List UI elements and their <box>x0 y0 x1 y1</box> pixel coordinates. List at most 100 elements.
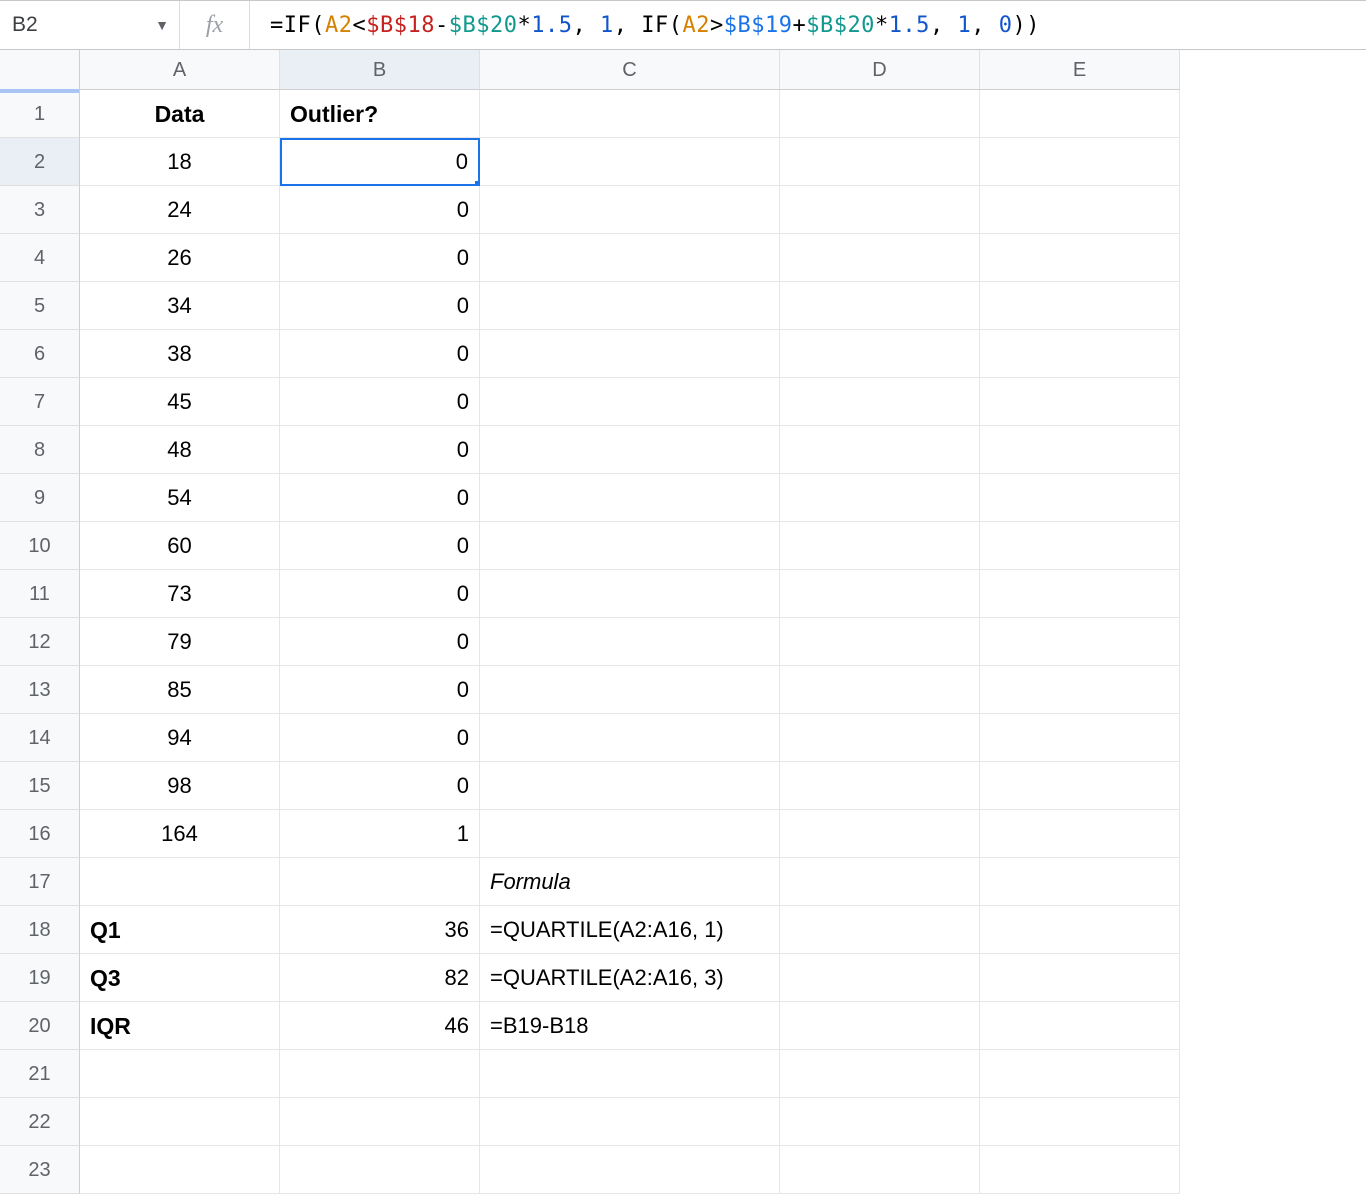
cell-D13[interactable] <box>780 666 980 714</box>
cell-C13[interactable] <box>480 666 780 714</box>
cell-B20[interactable]: 46 <box>280 1002 480 1050</box>
cell-C1[interactable] <box>480 90 780 138</box>
cell-A3[interactable]: 24 <box>80 186 280 234</box>
cell-E19[interactable] <box>980 954 1180 1002</box>
cell-B7[interactable]: 0 <box>280 378 480 426</box>
cell-C16[interactable] <box>480 810 780 858</box>
cell-C11[interactable] <box>480 570 780 618</box>
cell-C2[interactable] <box>480 138 780 186</box>
cell-E5[interactable] <box>980 282 1180 330</box>
cell-A2[interactable]: 18 <box>80 138 280 186</box>
cell-C10[interactable] <box>480 522 780 570</box>
cell-B10[interactable]: 0 <box>280 522 480 570</box>
cell-A17[interactable] <box>80 858 280 906</box>
cell-A15[interactable]: 98 <box>80 762 280 810</box>
cell-E17[interactable] <box>980 858 1180 906</box>
cell-B17[interactable] <box>280 858 480 906</box>
cell-E20[interactable] <box>980 1002 1180 1050</box>
cell-C7[interactable] <box>480 378 780 426</box>
row-header-15[interactable]: 15 <box>0 762 80 810</box>
cell-D5[interactable] <box>780 282 980 330</box>
cell-D7[interactable] <box>780 378 980 426</box>
cell-A19[interactable]: Q3 <box>80 954 280 1002</box>
col-header-C[interactable]: C <box>480 50 780 90</box>
cell-C4[interactable] <box>480 234 780 282</box>
name-box[interactable]: B2 ▼ <box>0 1 180 49</box>
cell-E6[interactable] <box>980 330 1180 378</box>
cell-E3[interactable] <box>980 186 1180 234</box>
cell-B22[interactable] <box>280 1098 480 1146</box>
row-header-6[interactable]: 6 <box>0 330 80 378</box>
cell-E13[interactable] <box>980 666 1180 714</box>
row-header-23[interactable]: 23 <box>0 1146 80 1194</box>
cell-A12[interactable]: 79 <box>80 618 280 666</box>
cell-B3[interactable]: 0 <box>280 186 480 234</box>
cell-A22[interactable] <box>80 1098 280 1146</box>
cell-B18[interactable]: 36 <box>280 906 480 954</box>
cell-D20[interactable] <box>780 1002 980 1050</box>
cell-C3[interactable] <box>480 186 780 234</box>
cell-D16[interactable] <box>780 810 980 858</box>
cell-B13[interactable]: 0 <box>280 666 480 714</box>
cell-E2[interactable] <box>980 138 1180 186</box>
col-header-E[interactable]: E <box>980 50 1180 90</box>
cell-D3[interactable] <box>780 186 980 234</box>
formula-input[interactable]: =IF(A2<$B$18-$B$20*1.5, 1, IF(A2>$B$19+$… <box>250 13 1366 38</box>
cell-D23[interactable] <box>780 1146 980 1194</box>
row-header-14[interactable]: 14 <box>0 714 80 762</box>
cell-C23[interactable] <box>480 1146 780 1194</box>
row-header-5[interactable]: 5 <box>0 282 80 330</box>
cell-A9[interactable]: 54 <box>80 474 280 522</box>
row-header-20[interactable]: 20 <box>0 1002 80 1050</box>
cell-E9[interactable] <box>980 474 1180 522</box>
spreadsheet-grid[interactable]: ABCDE1DataOutlier?2180324042605340638074… <box>0 50 1366 1194</box>
cell-A11[interactable]: 73 <box>80 570 280 618</box>
chevron-down-icon[interactable]: ▼ <box>155 17 169 33</box>
row-header-8[interactable]: 8 <box>0 426 80 474</box>
cell-E7[interactable] <box>980 378 1180 426</box>
cell-A23[interactable] <box>80 1146 280 1194</box>
cell-D19[interactable] <box>780 954 980 1002</box>
row-header-9[interactable]: 9 <box>0 474 80 522</box>
cell-D15[interactable] <box>780 762 980 810</box>
cell-E1[interactable] <box>980 90 1180 138</box>
row-header-7[interactable]: 7 <box>0 378 80 426</box>
cell-A20[interactable]: IQR <box>80 1002 280 1050</box>
cell-A10[interactable]: 60 <box>80 522 280 570</box>
cell-E10[interactable] <box>980 522 1180 570</box>
cell-C14[interactable] <box>480 714 780 762</box>
cell-D22[interactable] <box>780 1098 980 1146</box>
cell-A21[interactable] <box>80 1050 280 1098</box>
row-header-12[interactable]: 12 <box>0 618 80 666</box>
cell-B2[interactable]: 0 <box>280 138 480 186</box>
cell-B9[interactable]: 0 <box>280 474 480 522</box>
cell-E23[interactable] <box>980 1146 1180 1194</box>
cell-A5[interactable]: 34 <box>80 282 280 330</box>
row-header-22[interactable]: 22 <box>0 1098 80 1146</box>
cell-B5[interactable]: 0 <box>280 282 480 330</box>
cell-E16[interactable] <box>980 810 1180 858</box>
cell-A8[interactable]: 48 <box>80 426 280 474</box>
cell-A18[interactable]: Q1 <box>80 906 280 954</box>
cell-A7[interactable]: 45 <box>80 378 280 426</box>
cell-B1[interactable]: Outlier? <box>280 90 480 138</box>
cell-C18[interactable]: =QUARTILE(A2:A16, 1) <box>480 906 780 954</box>
cell-D6[interactable] <box>780 330 980 378</box>
cell-E18[interactable] <box>980 906 1180 954</box>
cell-E15[interactable] <box>980 762 1180 810</box>
cell-B23[interactable] <box>280 1146 480 1194</box>
row-header-11[interactable]: 11 <box>0 570 80 618</box>
cell-D21[interactable] <box>780 1050 980 1098</box>
cell-E4[interactable] <box>980 234 1180 282</box>
row-header-1[interactable]: 1 <box>0 90 80 138</box>
cell-D18[interactable] <box>780 906 980 954</box>
cell-B6[interactable]: 0 <box>280 330 480 378</box>
cell-D14[interactable] <box>780 714 980 762</box>
cell-B11[interactable]: 0 <box>280 570 480 618</box>
cell-D12[interactable] <box>780 618 980 666</box>
cell-E8[interactable] <box>980 426 1180 474</box>
row-header-4[interactable]: 4 <box>0 234 80 282</box>
cell-A13[interactable]: 85 <box>80 666 280 714</box>
cell-D4[interactable] <box>780 234 980 282</box>
row-header-16[interactable]: 16 <box>0 810 80 858</box>
